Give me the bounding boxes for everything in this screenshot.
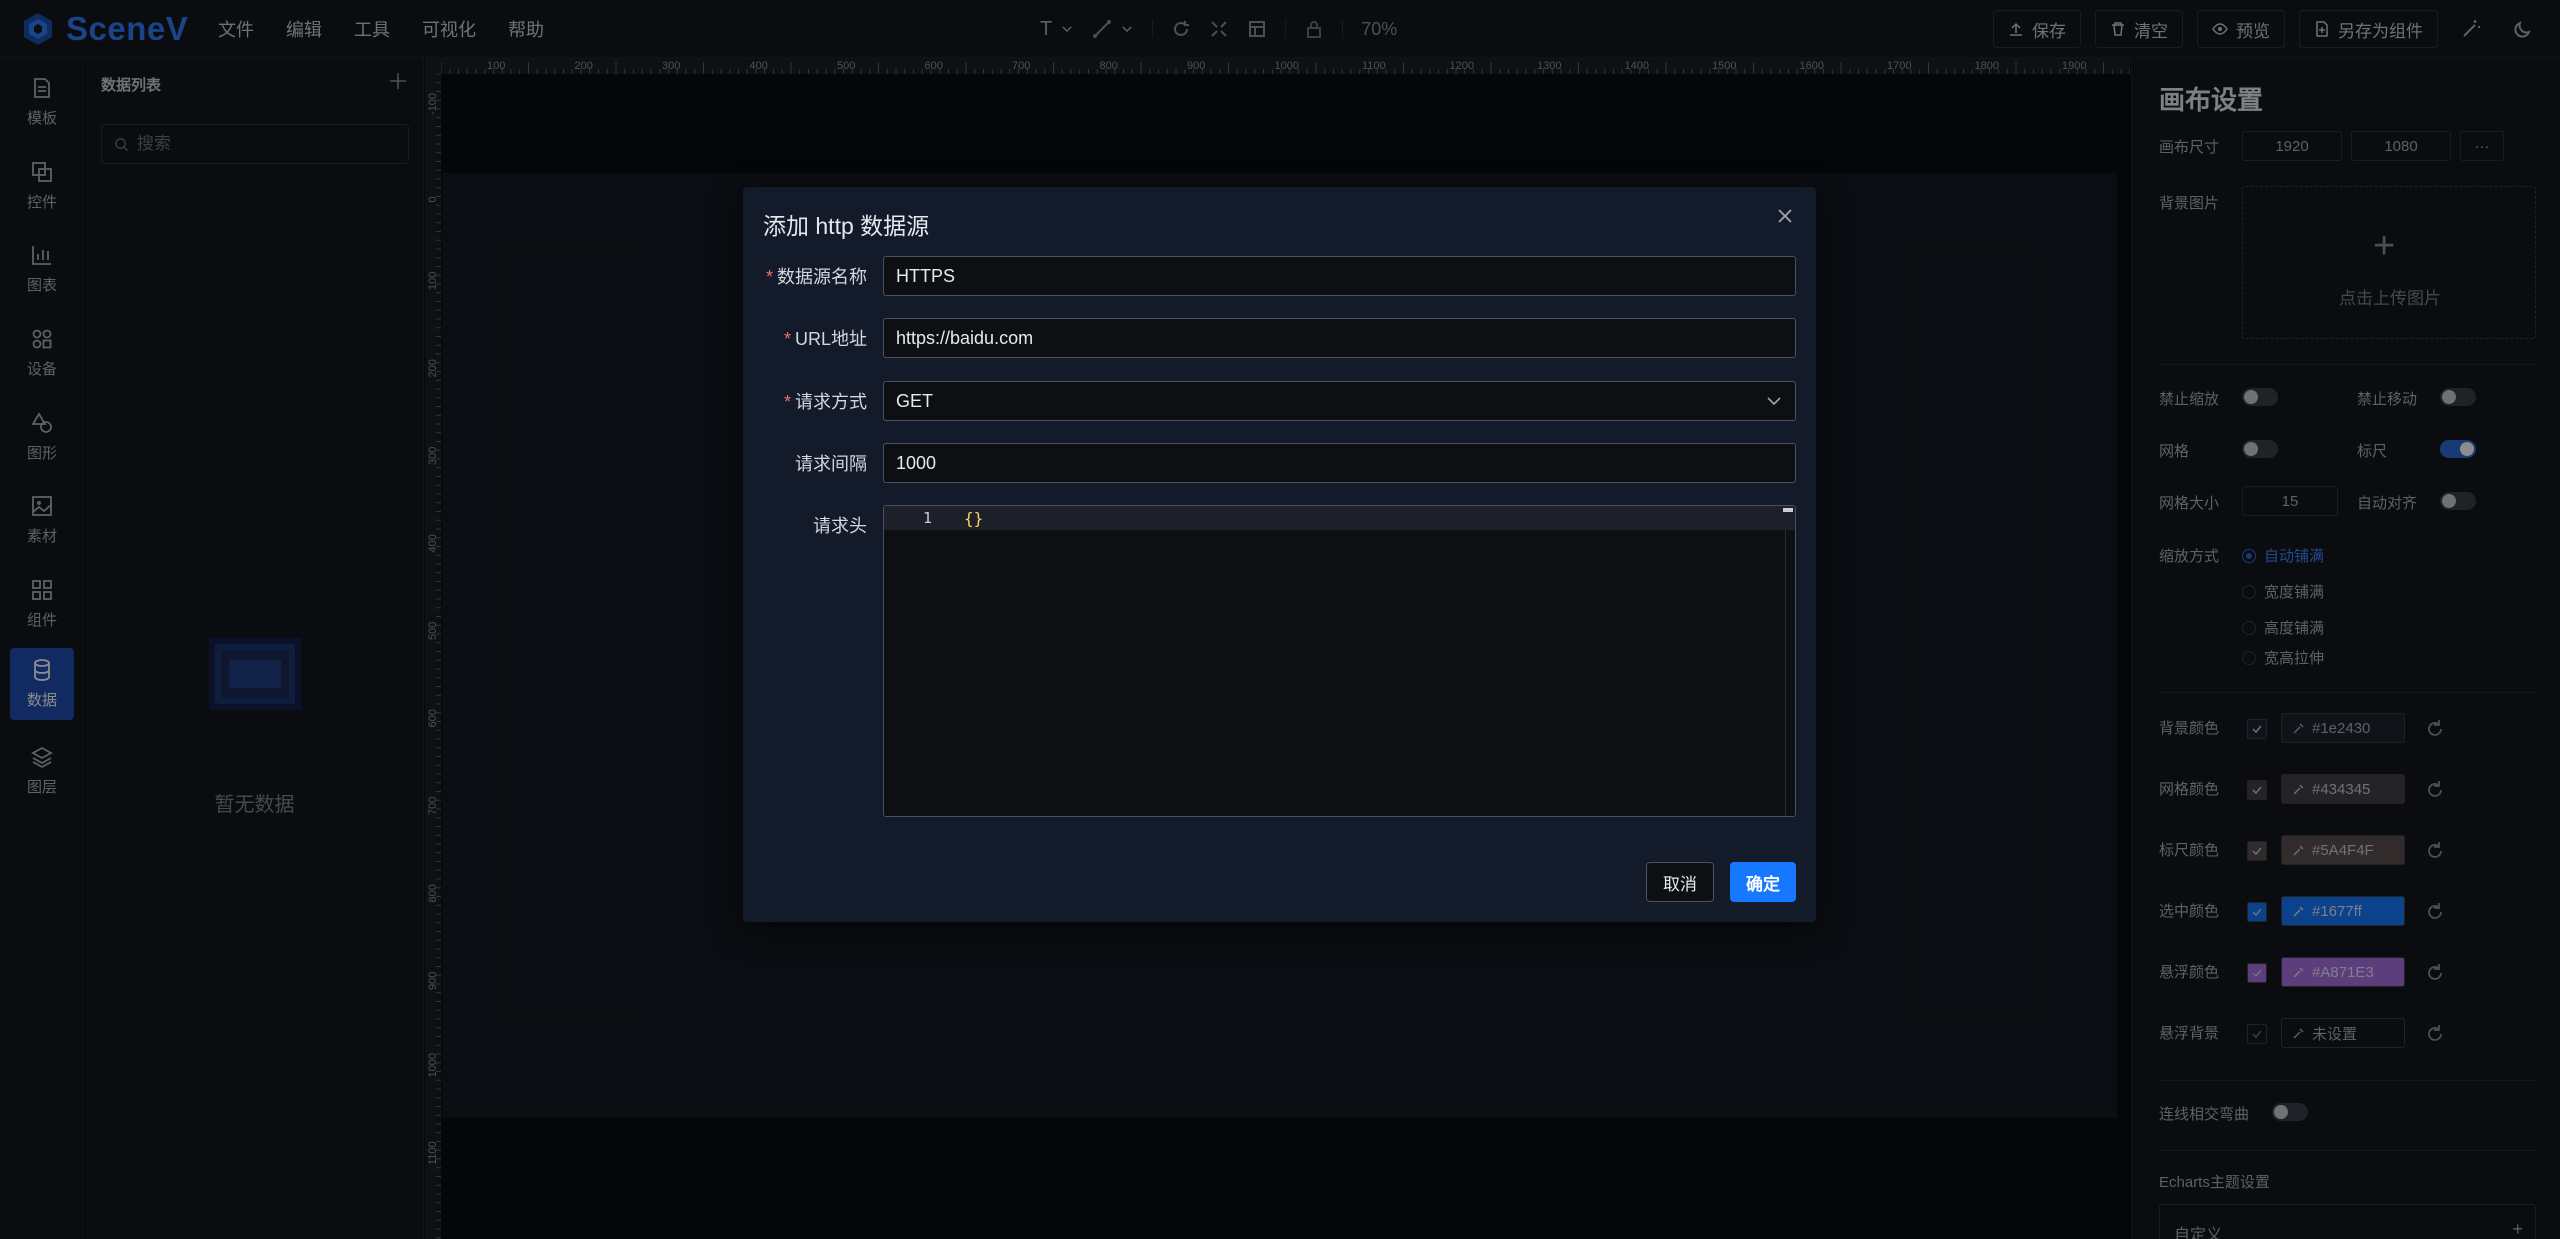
confirm-button[interactable]: 确定 — [1730, 862, 1796, 902]
interval-input[interactable] — [883, 443, 1796, 483]
method-select[interactable]: GET — [883, 381, 1796, 421]
editor-active-line: 1 {} — [884, 506, 1795, 530]
dialog-title: 添加 http 数据源 — [763, 213, 930, 239]
url-label-text: URL地址 — [794, 329, 867, 349]
headers-code-editor[interactable]: 1 {} — [883, 505, 1796, 817]
datasource-name-input[interactable] — [883, 256, 1796, 296]
cancel-button[interactable]: 取消 — [1646, 862, 1714, 902]
add-http-datasource-dialog: 添加 http 数据源 *数据源名称 *URL地址 *请求方式 GET 请求间隔… — [743, 187, 1816, 922]
required-mark: * — [765, 267, 773, 287]
interval-label: 请求间隔 — [795, 454, 867, 474]
method-label: * 请求方式 — [763, 388, 883, 414]
code-text: {} — [964, 508, 984, 528]
app-root: SceneV 文件 编辑 工具 可视化 帮助 T 70% 保存 清空 预览 另存… — [0, 0, 2560, 1239]
close-icon[interactable] — [1774, 205, 1796, 227]
line-number: 1 — [922, 509, 932, 527]
name-label: * 数据源名称 — [763, 263, 883, 289]
required-mark: * — [783, 329, 791, 349]
url-input[interactable] — [883, 318, 1796, 358]
method-label-text: 请求方式 — [795, 392, 867, 412]
editor-scrollbar[interactable] — [1783, 508, 1793, 512]
chevron-down-icon — [1767, 397, 1781, 406]
headers-label: 请求头 — [813, 516, 867, 536]
method-value: GET — [896, 390, 934, 411]
dialog-footer: 取消 确定 — [1646, 862, 1796, 902]
name-label-text: 数据源名称 — [777, 267, 867, 287]
editor-scroll-track[interactable] — [1785, 530, 1795, 816]
required-mark: * — [783, 392, 791, 412]
url-label: * URL地址 — [763, 325, 883, 351]
